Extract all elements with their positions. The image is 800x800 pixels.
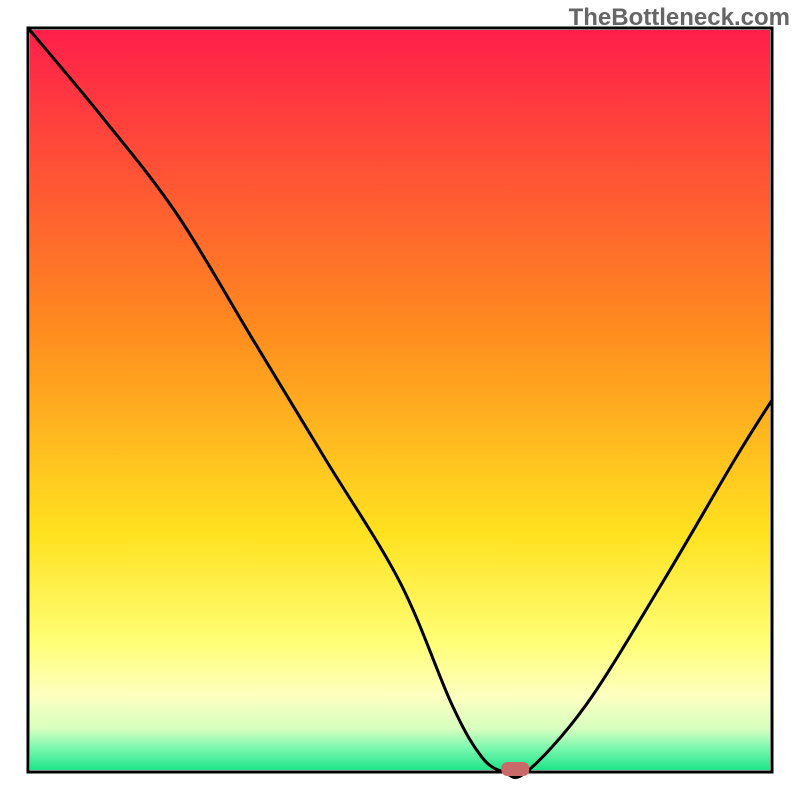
optimal-marker <box>501 762 529 776</box>
chart-root: TheBottleneck.com <box>0 0 800 800</box>
attribution-label: TheBottleneck.com <box>569 4 790 32</box>
chart-svg <box>0 0 800 800</box>
plot-background <box>30 30 770 770</box>
